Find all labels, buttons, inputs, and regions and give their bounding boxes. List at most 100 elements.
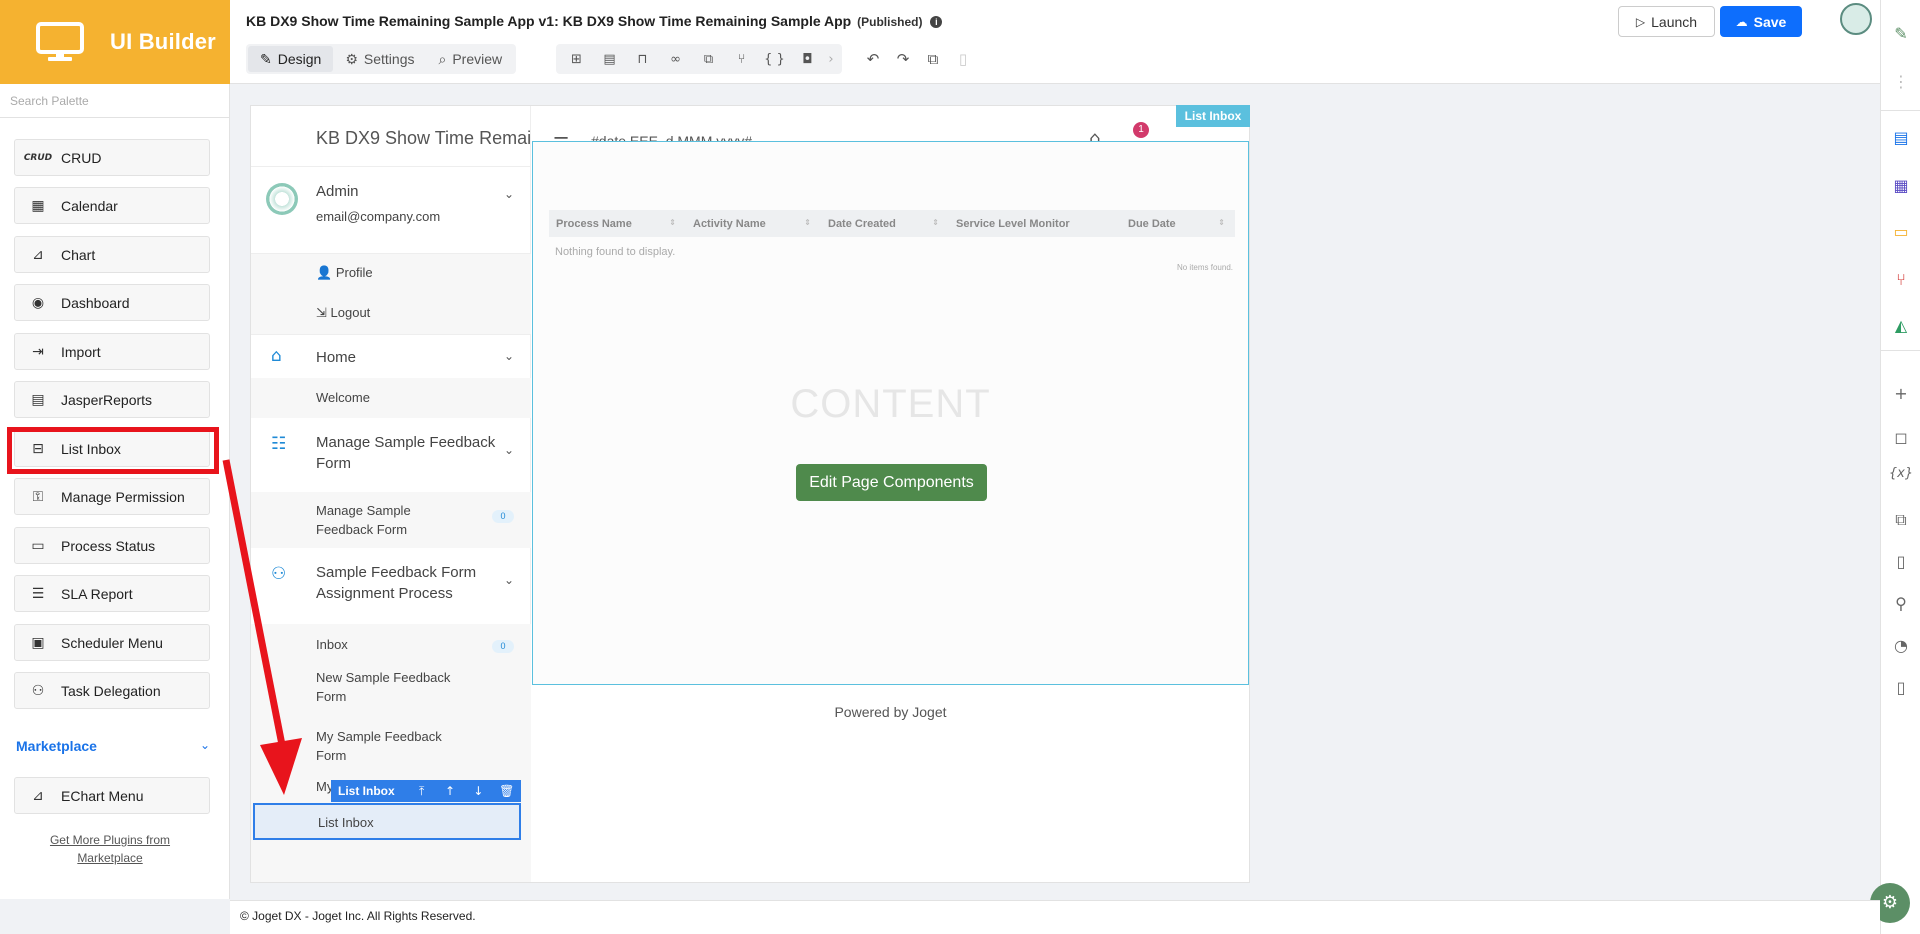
palette-item-label: Chart: [61, 246, 96, 263]
save-label: Save: [1753, 13, 1787, 30]
column-header[interactable]: Service Level Monitor: [949, 218, 1121, 230]
lock-icon[interactable]: ⊓: [626, 52, 659, 67]
menu-category-manage-sample-feedback-form[interactable]: ☷ Manage Sample Feedback Form ⌄: [251, 418, 531, 492]
logout-link[interactable]: ⇲ Logout: [316, 303, 370, 322]
design-icon: ✎: [260, 50, 272, 67]
branch-icon[interactable]: ⑂: [725, 52, 758, 67]
avatar: [266, 183, 298, 215]
content-area[interactable]: Process Name ⇕ Activity Name ⇕ Date Create…: [532, 141, 1249, 685]
process-icon[interactable]: ⑂: [1881, 270, 1920, 289]
copy-icon[interactable]: ⧉: [918, 50, 948, 68]
menu-item-inbox[interactable]: Inbox: [316, 635, 348, 654]
notification-badge[interactable]: 1: [1133, 122, 1149, 138]
chevron-down-icon: ⌄: [504, 573, 515, 587]
gear-icon: ⚙: [345, 50, 358, 67]
more-plugins-link[interactable]: Get More Plugins from Marketplace: [30, 831, 190, 867]
variable-icon[interactable]: {x}: [1881, 466, 1920, 481]
column-header[interactable]: Due Date ⇕: [1121, 218, 1235, 230]
category-label: Home: [316, 349, 357, 366]
translate-icon[interactable]: ⧉: [1881, 510, 1920, 530]
palette-item-process-status[interactable]: ▭ Process Status: [14, 527, 210, 564]
palette-item-label: Scheduler Menu: [61, 634, 163, 651]
palette-item-calendar[interactable]: ▦ Calendar: [14, 187, 210, 224]
palette-item-chart[interactable]: ⊿ Chart: [14, 236, 210, 273]
datalist-icon[interactable]: ▦: [1881, 176, 1920, 195]
tab-design[interactable]: ✎ Design: [248, 46, 334, 72]
chevron-down-icon: ⌄: [504, 443, 515, 457]
redo-icon[interactable]: ↷: [888, 50, 918, 68]
tab-settings[interactable]: ⚙ Settings: [333, 46, 426, 72]
paint-icon[interactable]: ◭: [1881, 316, 1920, 335]
edit-icon[interactable]: ✎: [1881, 24, 1920, 43]
palette-item-label: EChart Menu: [61, 787, 144, 804]
binoculars-icon[interactable]: ∞: [659, 52, 692, 67]
launch-button[interactable]: ▷ Launch: [1618, 6, 1715, 37]
monitor-icon[interactable]: ▭: [1881, 222, 1920, 241]
menu-item-my-sample-feedback-form[interactable]: My Sample Feedback Form: [316, 727, 466, 765]
calendar-icon: ▦: [31, 197, 45, 214]
palette-item-label: Import: [61, 343, 101, 360]
gauge-icon[interactable]: ◔: [1881, 636, 1920, 655]
form-icon[interactable]: ▤: [1881, 128, 1920, 147]
search-input[interactable]: Search Palette: [0, 84, 229, 118]
menu-item-new-sample-feedback-form[interactable]: New Sample Feedback Form: [316, 668, 466, 706]
menu-item-manage-sample-feedback-form[interactable]: Manage Sample Feedback Form: [316, 501, 466, 539]
move-top-icon[interactable]: ⤒: [407, 784, 435, 799]
drag-handle-icon[interactable]: ⋮: [1881, 72, 1920, 91]
palette-item-label: Process Status: [61, 537, 156, 554]
file-icon[interactable]: ▯: [1881, 552, 1920, 571]
profile-link[interactable]: 👤 Profile: [316, 263, 373, 282]
avatar[interactable]: [1840, 3, 1872, 35]
history-controls: ↶ ↷ ⧉ ▯: [858, 44, 978, 74]
empty-message: Nothing found to display.: [555, 246, 676, 258]
scroll-icon[interactable]: ▯: [1881, 678, 1920, 697]
tree-icon[interactable]: ⊞: [560, 52, 593, 67]
inbox-table-header: Process Name ⇕ Activity Name ⇕ Date Create…: [549, 210, 1235, 237]
note-icon[interactable]: ◻: [1881, 428, 1920, 447]
column-header[interactable]: Process Name ⇕: [549, 218, 686, 230]
column-header[interactable]: Date Created ⇕: [821, 218, 949, 230]
paste-icon[interactable]: ▯: [948, 50, 978, 68]
palette-item-manage-permission[interactable]: ⚿ Manage Permission: [14, 478, 210, 515]
top-bar: KB DX9 Show Time Remaining Sample App v1…: [230, 0, 1880, 84]
palette-item-sla-report[interactable]: ☰ SLA Report: [14, 575, 210, 612]
palette-item-task-delegation[interactable]: ⚇ Task Delegation: [14, 672, 210, 709]
element-toolbar: List Inbox ⤒ ↑ ↓ 🗑: [331, 780, 521, 802]
column-header[interactable]: Activity Name ⇕: [686, 218, 821, 230]
menu-category-assignment-process[interactable]: ⚇ Sample Feedback Form Assignment Proces…: [251, 548, 531, 624]
info-icon[interactable]: i: [930, 16, 943, 29]
palette-item-dashboard[interactable]: ◉ Dashboard: [14, 284, 210, 321]
publish-status: (Published): [857, 15, 923, 29]
plus-icon[interactable]: +: [1881, 384, 1920, 403]
trash-icon[interactable]: 🗑: [493, 784, 521, 798]
camera-icon[interactable]: ◘: [791, 52, 824, 67]
palette-item-import[interactable]: ⇥ Import: [14, 333, 210, 370]
code-icon[interactable]: { }: [758, 52, 791, 67]
tab-settings-label: Settings: [363, 51, 415, 67]
user-icon: 👤: [316, 265, 333, 280]
user-profile-block[interactable]: Admin email@company.com ⌄: [251, 166, 531, 254]
tab-preview[interactable]: ⌕ Preview: [426, 46, 514, 72]
arrow-up-icon[interactable]: ↑: [436, 784, 464, 798]
marketplace-label: Marketplace: [16, 738, 97, 754]
arrow-down-icon[interactable]: ↓: [464, 784, 492, 798]
builder-toolbar: ⊞ ▤ ⊓ ∞ ⧉ ⑂ { } ◘ ›: [556, 44, 842, 74]
palette-item-echart-menu[interactable]: ⊿ EChart Menu: [14, 777, 210, 814]
sort-icon: ⇕: [804, 217, 811, 227]
plugin-icon[interactable]: ⚲: [1881, 594, 1920, 613]
palette-item-jasperreports[interactable]: ▤ JasperReports: [14, 381, 210, 418]
language-icon[interactable]: ⧉: [692, 52, 725, 67]
properties-icon[interactable]: ▤: [593, 52, 626, 67]
brand-header: UI Builder: [0, 0, 230, 84]
marketplace-section[interactable]: Marketplace ⌄: [16, 738, 210, 754]
palette-item-crud[interactable]: CRUD CRUD: [14, 139, 210, 176]
save-button[interactable]: ☁ Save: [1720, 6, 1802, 37]
chevron-right-icon[interactable]: ›: [824, 52, 838, 67]
play-icon: ▷: [1635, 14, 1646, 29]
undo-icon[interactable]: ↶: [858, 50, 888, 68]
menu-item-welcome[interactable]: Welcome: [316, 388, 370, 407]
palette-item-scheduler-menu[interactable]: ▣ Scheduler Menu: [14, 624, 210, 661]
menu-item-list-inbox[interactable]: List Inbox: [253, 803, 521, 840]
edit-page-components-button[interactable]: Edit Page Components: [796, 464, 987, 501]
menu-category-home[interactable]: ⌂ Home ⌄: [251, 334, 531, 378]
